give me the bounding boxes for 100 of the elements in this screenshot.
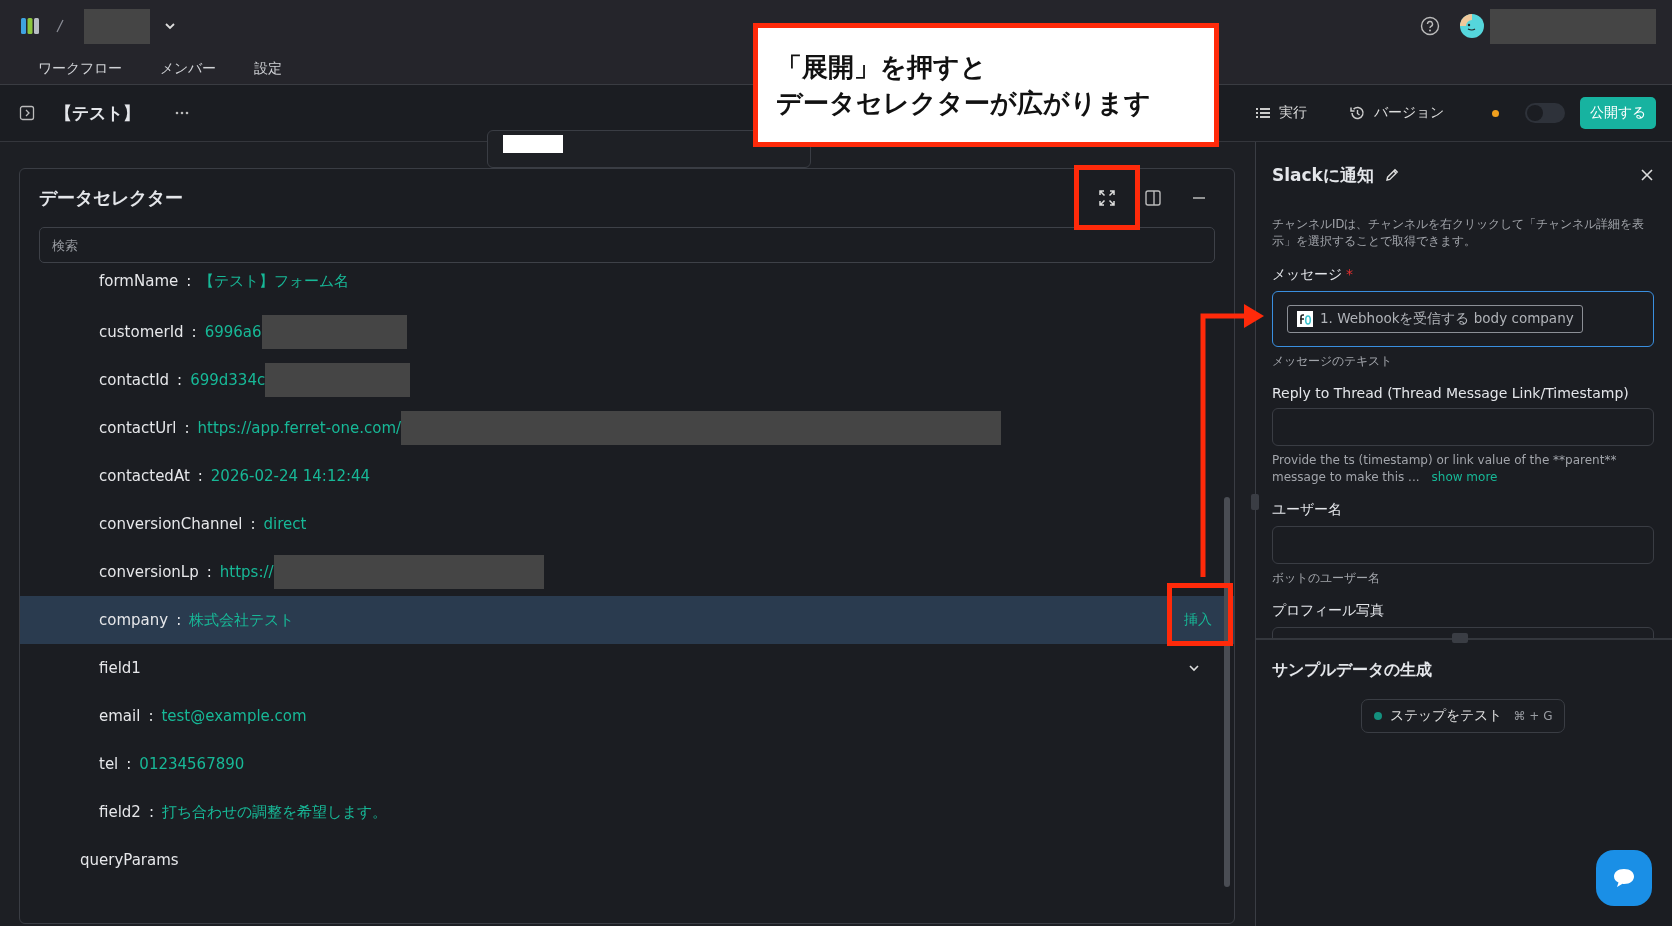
close-icon[interactable]	[1640, 168, 1654, 182]
resize-handle[interactable]	[1452, 633, 1468, 643]
tree-row[interactable]: field1	[20, 644, 1234, 692]
colon-separator: :	[250, 515, 256, 533]
message-field[interactable]: 1. Webhookを受信する body company	[1272, 291, 1654, 347]
description-text: チャンネルIDは、チャンネルを右クリックして「チャンネル詳細を表示」を選択することで取得できます。	[1272, 216, 1646, 250]
field-value: 01234567890	[139, 755, 245, 773]
nav-tab[interactable]: ワークフロー	[38, 52, 122, 78]
nav-tab[interactable]: 設定	[254, 52, 282, 78]
tree-row[interactable]: email : test@example.com	[20, 692, 1234, 740]
field-label: メッセージ	[1272, 266, 1342, 282]
chevron-down-icon[interactable]	[1188, 662, 1200, 674]
step-title: Slackに通知	[1272, 163, 1374, 187]
tree-row[interactable]: queryParams	[20, 836, 1234, 884]
input-field[interactable]	[1272, 526, 1654, 564]
field-key: field1	[99, 659, 141, 677]
tree-row[interactable]: contactId : 699d334c	[20, 356, 1234, 404]
node-logo-icon	[503, 135, 563, 153]
field-value: 打ち合わせの調整を希望します。	[162, 802, 387, 822]
field-value: 6996a6	[204, 323, 262, 341]
field-key: conversionChannel	[99, 515, 243, 533]
tree-row[interactable]: formName : 【テスト】フォーム名	[20, 270, 1234, 308]
insert-button[interactable]: 挿入	[1180, 607, 1216, 633]
colon-separator: :	[184, 419, 190, 437]
colon-separator: :	[148, 707, 154, 725]
field-value: 2026-02-24 14:12:44	[210, 467, 371, 485]
node-card[interactable]	[487, 130, 811, 168]
field-value: direct	[263, 515, 307, 533]
field-key: email	[99, 707, 141, 725]
required-mark: *	[1346, 266, 1353, 282]
tree-row[interactable]: tel : 01234567890	[20, 740, 1234, 788]
field-value: https://app.ferret-one.com/	[197, 419, 402, 437]
chevron-down-icon[interactable]	[164, 20, 176, 32]
colon-separator: :	[197, 467, 203, 485]
tree-row[interactable]: field2 : 打ち合わせの調整を希望します。	[20, 788, 1234, 836]
helper-text: ボットのユーザー名	[1272, 570, 1381, 587]
field-label: ユーザー名	[1272, 501, 1342, 517]
field-value: test@example.com	[161, 707, 307, 725]
pencil-icon[interactable]	[1383, 167, 1400, 183]
field-key: field2	[99, 803, 141, 821]
tree-row[interactable]: contactedAt : 2026-02-24 14:12:44	[20, 452, 1234, 500]
variable-chip[interactable]: 1. Webhookを受信する body company	[1287, 305, 1583, 333]
test-step-button[interactable]: ステップをテスト ⌘ + G	[1360, 699, 1566, 733]
colon-separator: :	[177, 371, 183, 389]
field-key: contactUrl	[99, 419, 177, 437]
highlight-frame	[1167, 583, 1233, 646]
colon-separator: :	[176, 611, 182, 629]
tree-row[interactable]: conversionChannel : direct	[20, 500, 1234, 548]
sidebar-toggle-icon[interactable]	[19, 105, 35, 121]
chat-bubble-icon	[1612, 867, 1636, 889]
tree-row[interactable]: conversionLp : https://	[20, 548, 1234, 596]
field-value: 株式会社テスト	[189, 610, 295, 630]
list-icon	[1256, 107, 1270, 119]
panel-title: データセレクター	[39, 186, 183, 210]
colon-separator: :	[206, 563, 212, 581]
redacted-block	[84, 8, 150, 44]
field-key: tel	[99, 755, 119, 773]
workflow-title: 【テスト】	[55, 101, 140, 125]
callout-text: データセレクターが広がります	[776, 87, 1151, 120]
colon-separator: :	[186, 272, 192, 290]
section-title: サンプルデータの生成	[1272, 660, 1433, 681]
tree-row[interactable]: customerId : 6996a6	[20, 308, 1234, 356]
chat-button[interactable]	[1596, 850, 1652, 906]
tree-row[interactable]: contactUrl : https://app.ferret-one.com/	[20, 404, 1234, 452]
field-key: company	[99, 611, 169, 629]
show-more-link[interactable]: show more	[1431, 470, 1498, 484]
helper-text: Provide the ts (timestamp) or link value of the **parent** message to make this ... show more	[1272, 452, 1618, 486]
field-value: https://	[219, 563, 274, 581]
colon-separator: :	[191, 323, 197, 341]
expand-icon[interactable]	[1098, 189, 1116, 207]
field-value: 【テスト】フォーム名	[199, 272, 350, 291]
field-key: queryParams	[80, 851, 179, 869]
avatar-icon[interactable]	[1460, 14, 1484, 38]
history-icon	[1349, 105, 1365, 121]
toggle-switch[interactable]	[1525, 103, 1565, 123]
highlight-frame	[1074, 165, 1140, 230]
resize-handle[interactable]	[1251, 494, 1259, 510]
field-label: Reply to Thread (Thread Message Link/Timestamp)	[1272, 385, 1629, 401]
field-key: contactId	[99, 371, 170, 389]
shortcut-hint: ⌘ + G	[1513, 709, 1553, 723]
help-icon[interactable]	[1420, 16, 1440, 36]
app-logo-icon[interactable]	[20, 16, 40, 36]
status-dot	[1373, 712, 1382, 720]
field-key: formName	[99, 272, 179, 290]
field-key: contactedAt	[99, 467, 190, 485]
helper-text: メッセージのテキスト	[1272, 353, 1393, 370]
run-button[interactable]: 実行	[1248, 98, 1315, 128]
version-button[interactable]: バージョン	[1341, 98, 1452, 128]
scrollbar[interactable]	[1224, 497, 1230, 887]
tree-row[interactable]: company : 株式会社テスト 挿入	[20, 596, 1234, 644]
nav-tab[interactable]: メンバー	[160, 52, 216, 78]
colon-separator: :	[148, 803, 154, 821]
callout-text: 「展開」を押すと	[776, 51, 987, 84]
token-logo-icon	[1297, 311, 1313, 327]
field-value: 699d334c	[190, 371, 266, 389]
split-view-icon[interactable]	[1144, 189, 1162, 207]
search-field[interactable]: 検索	[39, 227, 1215, 263]
input-field[interactable]	[1272, 408, 1654, 446]
field-key: customerId	[99, 323, 184, 341]
colon-separator: :	[126, 755, 132, 773]
